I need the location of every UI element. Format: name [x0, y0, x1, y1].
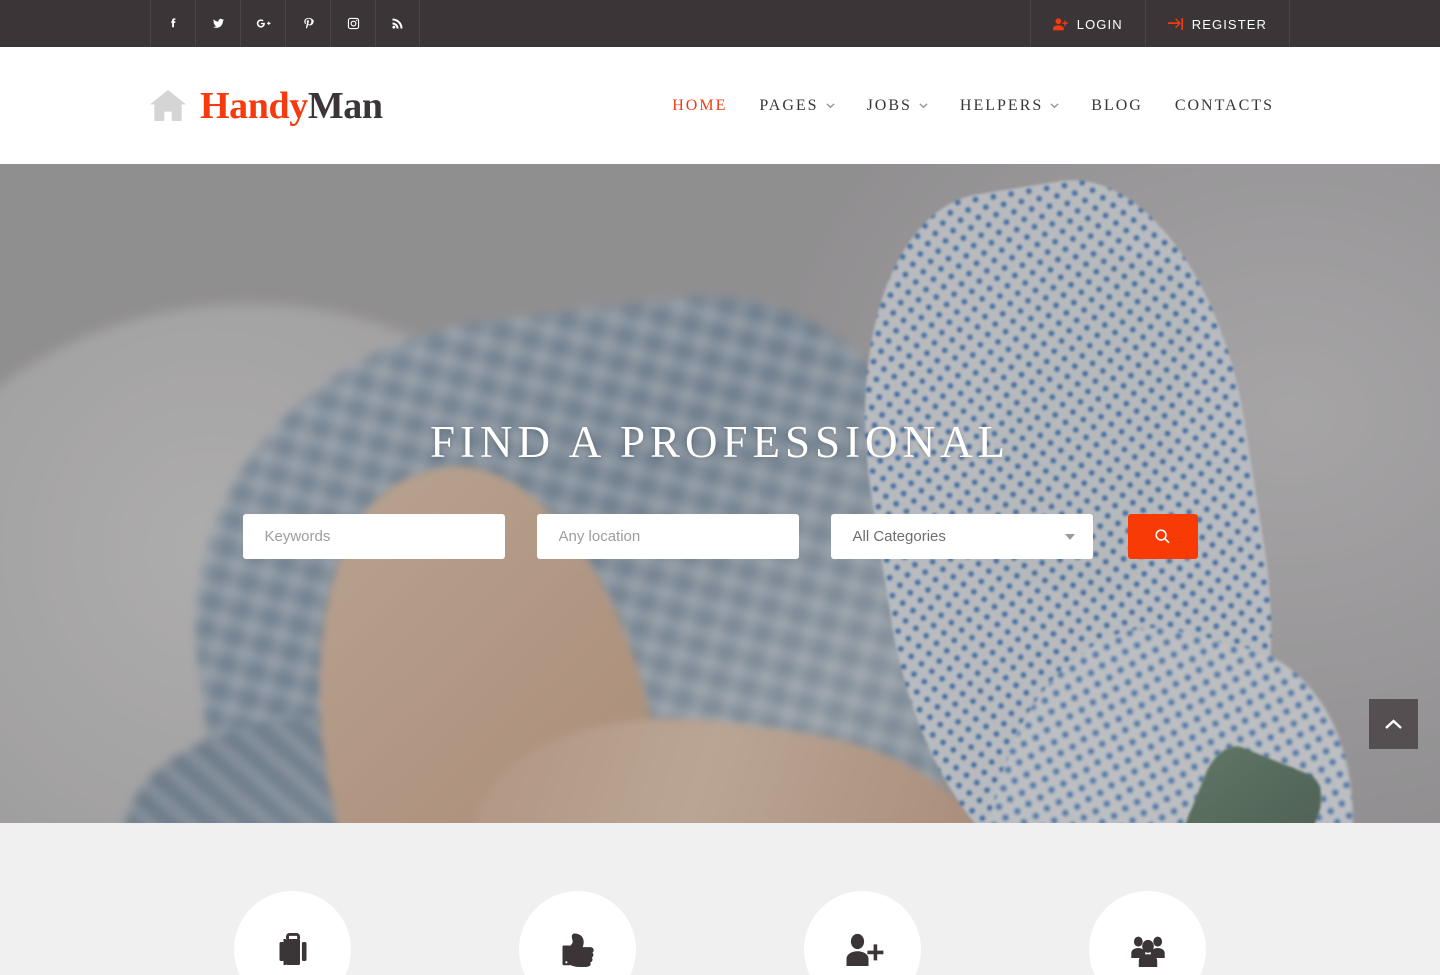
user-plus-icon [1052, 17, 1068, 31]
social-link-pinterest[interactable] [285, 0, 330, 47]
page-root: LOGIN REGISTER HandyMan HOME PAGES JOBS … [0, 0, 1440, 975]
category-select[interactable]: All Categories [830, 514, 1093, 559]
facebook-icon [166, 16, 181, 31]
social-link-instagram[interactable] [330, 0, 375, 47]
keywords-input[interactable] [242, 514, 505, 559]
instagram-icon [346, 16, 361, 31]
chevron-down-icon [1064, 533, 1075, 540]
social-links [150, 0, 420, 47]
nav-label-blog: BLOG [1091, 96, 1143, 114]
hero-section: FIND A PROFESSIONAL All Categories [0, 164, 1440, 823]
logo[interactable]: HandyMan [150, 87, 383, 125]
thumbs-up-icon [555, 927, 601, 973]
feature-recommended[interactable] [435, 823, 720, 975]
users-group-icon [1125, 927, 1171, 973]
nav-item-contacts[interactable]: CONTACTS [1159, 97, 1290, 115]
feature-jobs[interactable] [150, 823, 435, 975]
google-plus-icon [256, 16, 271, 31]
feature-circle [519, 891, 636, 975]
chevron-down-icon [1050, 101, 1059, 110]
user-plus-icon [840, 927, 886, 973]
hero-title: FIND A PROFESSIONAL [429, 417, 1011, 467]
nav-item-blog[interactable]: BLOG [1075, 97, 1159, 115]
nav-label-contacts: CONTACTS [1174, 96, 1274, 114]
hero-content: FIND A PROFESSIONAL All Categories [0, 164, 1440, 559]
nav-label-pages: PAGES [759, 96, 819, 114]
nav-label-jobs: JOBS [866, 96, 912, 114]
chevron-down-icon [919, 101, 928, 110]
features-section [0, 823, 1440, 975]
chevron-up-icon [1385, 718, 1402, 730]
logo-text: HandyMan [200, 87, 383, 125]
feature-circle [804, 891, 921, 975]
login-label: LOGIN [1076, 16, 1123, 32]
social-link-rss[interactable] [375, 0, 420, 47]
social-link-twitter[interactable] [195, 0, 240, 47]
sign-in-icon [1167, 17, 1183, 31]
register-button[interactable]: REGISTER [1144, 0, 1290, 47]
nav-label-home: HOME [672, 96, 728, 114]
search-icon [1154, 528, 1171, 545]
login-button[interactable]: LOGIN [1029, 0, 1145, 47]
scroll-to-top-button[interactable] [1369, 699, 1418, 749]
twitter-icon [211, 16, 226, 31]
nav-item-jobs[interactable]: JOBS [851, 97, 944, 115]
nav-item-helpers[interactable]: HELPERS [944, 97, 1075, 115]
search-button[interactable] [1127, 514, 1198, 559]
register-label: REGISTER [1191, 16, 1267, 32]
feature-circle [1089, 891, 1206, 975]
rss-icon [390, 16, 405, 31]
job-search-form: All Categories [0, 514, 1440, 559]
feature-community[interactable] [1005, 823, 1290, 975]
nav-item-pages[interactable]: PAGES [743, 97, 850, 115]
category-select-value: All Categories [852, 528, 946, 545]
nav-label-helpers: HELPERS [959, 96, 1044, 114]
main-navigation: HOME PAGES JOBS HELPERS BLOG CONTACTS [656, 97, 1290, 115]
feature-register[interactable] [720, 823, 1005, 975]
briefcase-icon [270, 927, 316, 973]
social-link-facebook[interactable] [150, 0, 195, 47]
location-input[interactable] [536, 514, 799, 559]
logo-text-second: Man [307, 84, 383, 127]
home-icon [150, 89, 186, 122]
chevron-down-icon [825, 101, 835, 110]
site-header: HandyMan HOME PAGES JOBS HELPERS BLOG CO… [0, 47, 1440, 164]
pinterest-icon [301, 16, 316, 31]
nav-item-home[interactable]: HOME [656, 97, 743, 115]
account-links: LOGIN REGISTER [1029, 0, 1290, 47]
social-link-google-plus[interactable] [240, 0, 285, 47]
logo-text-first: Handy [200, 84, 308, 127]
feature-circle [234, 891, 351, 975]
top-bar: LOGIN REGISTER [0, 0, 1440, 47]
